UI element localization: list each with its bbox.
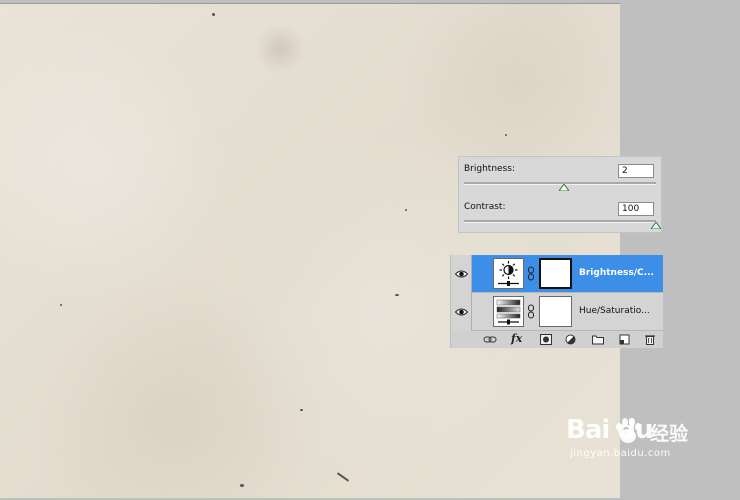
layer-mask-thumbnail[interactable] [539,258,572,289]
add-mask-icon[interactable] [539,334,553,345]
layer-row-hue-saturation[interactable]: Hue/Saturatio... [451,293,663,331]
brightness-contrast-icon [493,258,524,289]
layer-name[interactable]: Hue/Saturatio... [579,306,650,316]
adjustments-panel: Brightness: Contrast: [458,156,662,233]
delete-layer-icon[interactable] [643,334,657,345]
canvas-speck [405,209,407,211]
brightness-label: Brightness: [464,164,515,174]
new-adjustment-layer-icon[interactable] [564,334,578,345]
eye-icon [455,270,468,278]
canvas-speck [505,134,507,136]
canvas-speck [336,472,350,482]
link-icon[interactable] [527,304,535,319]
watermark-url: jingyan.baidu.com [570,448,671,459]
paper-texture-canvas[interactable] [0,3,620,498]
new-layer-icon[interactable] [617,334,631,345]
contrast-label: Contrast: [464,202,506,212]
canvas-speck [240,484,244,487]
layers-panel: Brightness/C... Hue/Saturatio... fx [450,255,663,348]
canvas-speck [60,304,62,306]
layer-name[interactable]: Brightness/C... [579,268,654,278]
brightness-input[interactable] [618,164,654,178]
contrast-input[interactable] [618,202,654,216]
canvas-speck [300,409,303,411]
contrast-slider-thumb[interactable] [651,222,661,229]
layer-row-brightness-contrast[interactable]: Brightness/C... [451,255,663,293]
layer-mask-thumbnail[interactable] [539,296,572,327]
canvas-speck [395,294,399,296]
fx-icon[interactable]: fx [511,332,529,345]
hue-saturation-icon [493,296,524,327]
eye-icon [455,308,468,316]
contrast-slider[interactable] [464,220,656,223]
paw-icon [616,418,641,443]
link-icon[interactable] [527,266,535,281]
layers-toolbar: fx [451,331,663,348]
watermark-chinese: 经验 [650,423,689,445]
link-layers-icon[interactable] [483,334,497,345]
new-group-icon[interactable] [591,334,605,345]
visibility-toggle[interactable] [451,293,472,331]
canvas-speck [212,13,215,16]
visibility-toggle[interactable] [451,255,472,293]
brightness-slider-thumb[interactable] [558,184,569,191]
